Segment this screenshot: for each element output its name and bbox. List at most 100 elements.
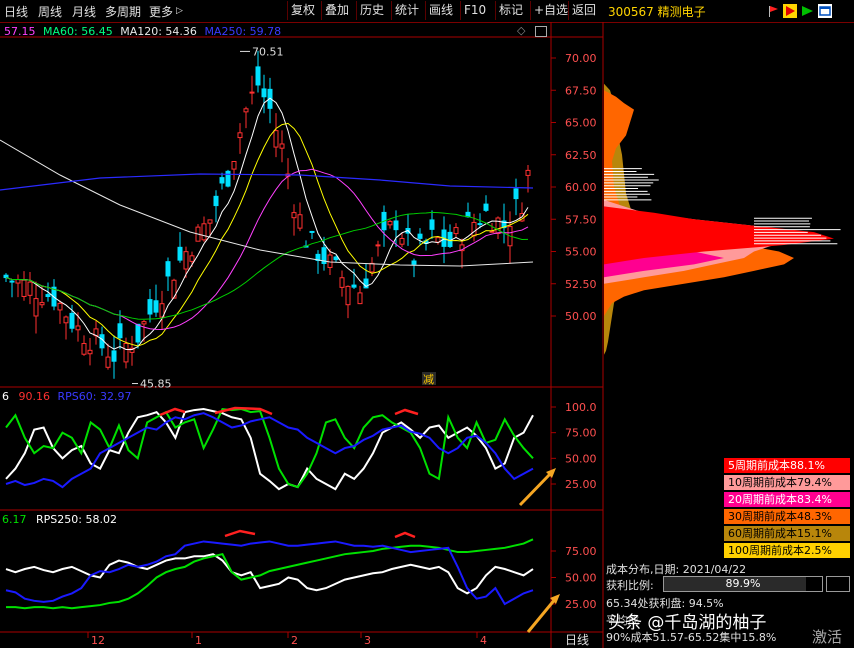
low-price-label: 45.85 (140, 378, 172, 391)
price-tick-label: 67.50 (565, 84, 597, 97)
rps250-peak-red (395, 533, 415, 537)
arrow-annotation (528, 598, 556, 632)
rps60-prefix: 6 (2, 390, 9, 403)
rps250-tick-label: 75.00 (565, 545, 597, 558)
candle-body (490, 231, 494, 232)
profit-ratio-bar: 89.9% (663, 576, 823, 592)
candle-body (346, 286, 350, 304)
candle-body (106, 357, 110, 367)
panel-toggle-icon[interactable] (535, 26, 547, 37)
rps60-green-line (6, 409, 533, 487)
rps250-label: RPS250: 58.02 (36, 513, 117, 526)
candle-body (280, 144, 284, 148)
candle-body (208, 220, 212, 223)
ma250-line (0, 174, 533, 190)
candle-body (148, 300, 152, 314)
candle-body (400, 239, 404, 245)
candle-body (370, 263, 374, 272)
candle-body (16, 280, 20, 283)
candle-body (88, 350, 92, 353)
candle-body (310, 231, 314, 232)
candle-body (514, 189, 518, 199)
arrow-annotation (520, 472, 552, 505)
rps60-peak-red (395, 410, 418, 414)
candle-body (142, 322, 146, 324)
candle-body (70, 313, 74, 328)
price-tick-label: 57.50 (565, 213, 597, 226)
high-price-label: 70.51 (252, 45, 284, 58)
rps250-tick-label: 50.00 (565, 572, 597, 585)
candle-body (58, 303, 62, 310)
x-tick-label: 1 (195, 634, 202, 647)
x-tick-label: 2 (291, 634, 298, 647)
activate-text: 激活 (812, 626, 842, 647)
candle-body (262, 89, 266, 97)
candle-body (496, 218, 500, 234)
rps60-tick-label: 50.00 (565, 452, 597, 465)
diamond-icon[interactable]: ◇ (517, 24, 525, 37)
x-tick-label: 12 (91, 634, 105, 647)
rps60-legend: 6 90.16 RPS60: 32.97 (2, 390, 131, 403)
candle-body (358, 293, 362, 304)
candle-body (10, 281, 14, 282)
candle-body (220, 178, 224, 183)
price-tick-label: 50.00 (565, 310, 597, 323)
candle-body (298, 215, 302, 228)
candle-body (526, 170, 530, 175)
ma-value: 57.15 (4, 25, 36, 38)
candle-body (340, 278, 344, 288)
rps250-legend: 6.17 RPS250: 58.02 (2, 513, 117, 526)
candle-body (112, 351, 116, 361)
price-tick-label: 55.00 (565, 246, 597, 259)
cost-legend-item: 30周期前成本48.3% (724, 509, 850, 524)
candle-body (184, 252, 188, 269)
candle-body (166, 262, 170, 276)
profit-ratio-value: 89.9% (664, 577, 822, 591)
candle-body (76, 326, 80, 330)
candle-body (250, 92, 254, 93)
event-marker-label: 减 (423, 373, 434, 386)
candle-body (472, 222, 476, 235)
ma120-line (0, 140, 533, 266)
ratio-small-box (826, 576, 850, 592)
candle-body (178, 247, 182, 260)
cost-legend-item: 20周期前成本83.4% (724, 492, 850, 507)
candle-body (118, 324, 122, 338)
rps60-peak-red (160, 409, 185, 415)
ma250-label: MA250: 59.78 (204, 25, 281, 38)
cost-date-line: 成本分布,日期: 2021/04/22 (606, 561, 746, 577)
candle-body (478, 224, 482, 225)
candle-body (274, 131, 278, 147)
profit-label: 获利比例: (606, 577, 654, 593)
candle-body (412, 261, 416, 264)
ma120-label: MA120: 54.36 (120, 25, 197, 38)
candle-body (484, 204, 488, 210)
rps250-tick-label: 25.00 (565, 598, 597, 611)
candle-body (202, 224, 206, 240)
candle-body (292, 213, 296, 218)
rps60-tick-label: 25.00 (565, 478, 597, 491)
rps60-value: 90.16 (19, 390, 51, 403)
candle-body (46, 295, 50, 297)
candle-body (376, 245, 380, 246)
candle-body (388, 221, 392, 224)
rps250-peak-red (225, 531, 255, 536)
candle-body (28, 282, 32, 295)
candle-body (40, 303, 44, 305)
cost-30-period (604, 90, 794, 316)
price-tick-label: 60.00 (565, 181, 597, 194)
price-tick-label: 62.50 (565, 149, 597, 162)
candle-body (232, 162, 236, 170)
candle-body (22, 280, 26, 296)
cost-legend-item: 10周期前成本79.4% (724, 475, 850, 490)
candle-body (334, 257, 338, 260)
rps250-prefix: 6.17 (2, 513, 27, 526)
candle-body (190, 256, 194, 262)
candle-body (64, 317, 68, 323)
rps60-tick-label: 75.00 (565, 427, 597, 440)
cost-legend-item: 5周期前成本88.1% (724, 458, 850, 473)
candle-body (394, 221, 398, 230)
period-label: 日线 (565, 633, 589, 647)
rps60-tick-label: 100.0 (565, 401, 597, 414)
candle-body (34, 299, 38, 316)
